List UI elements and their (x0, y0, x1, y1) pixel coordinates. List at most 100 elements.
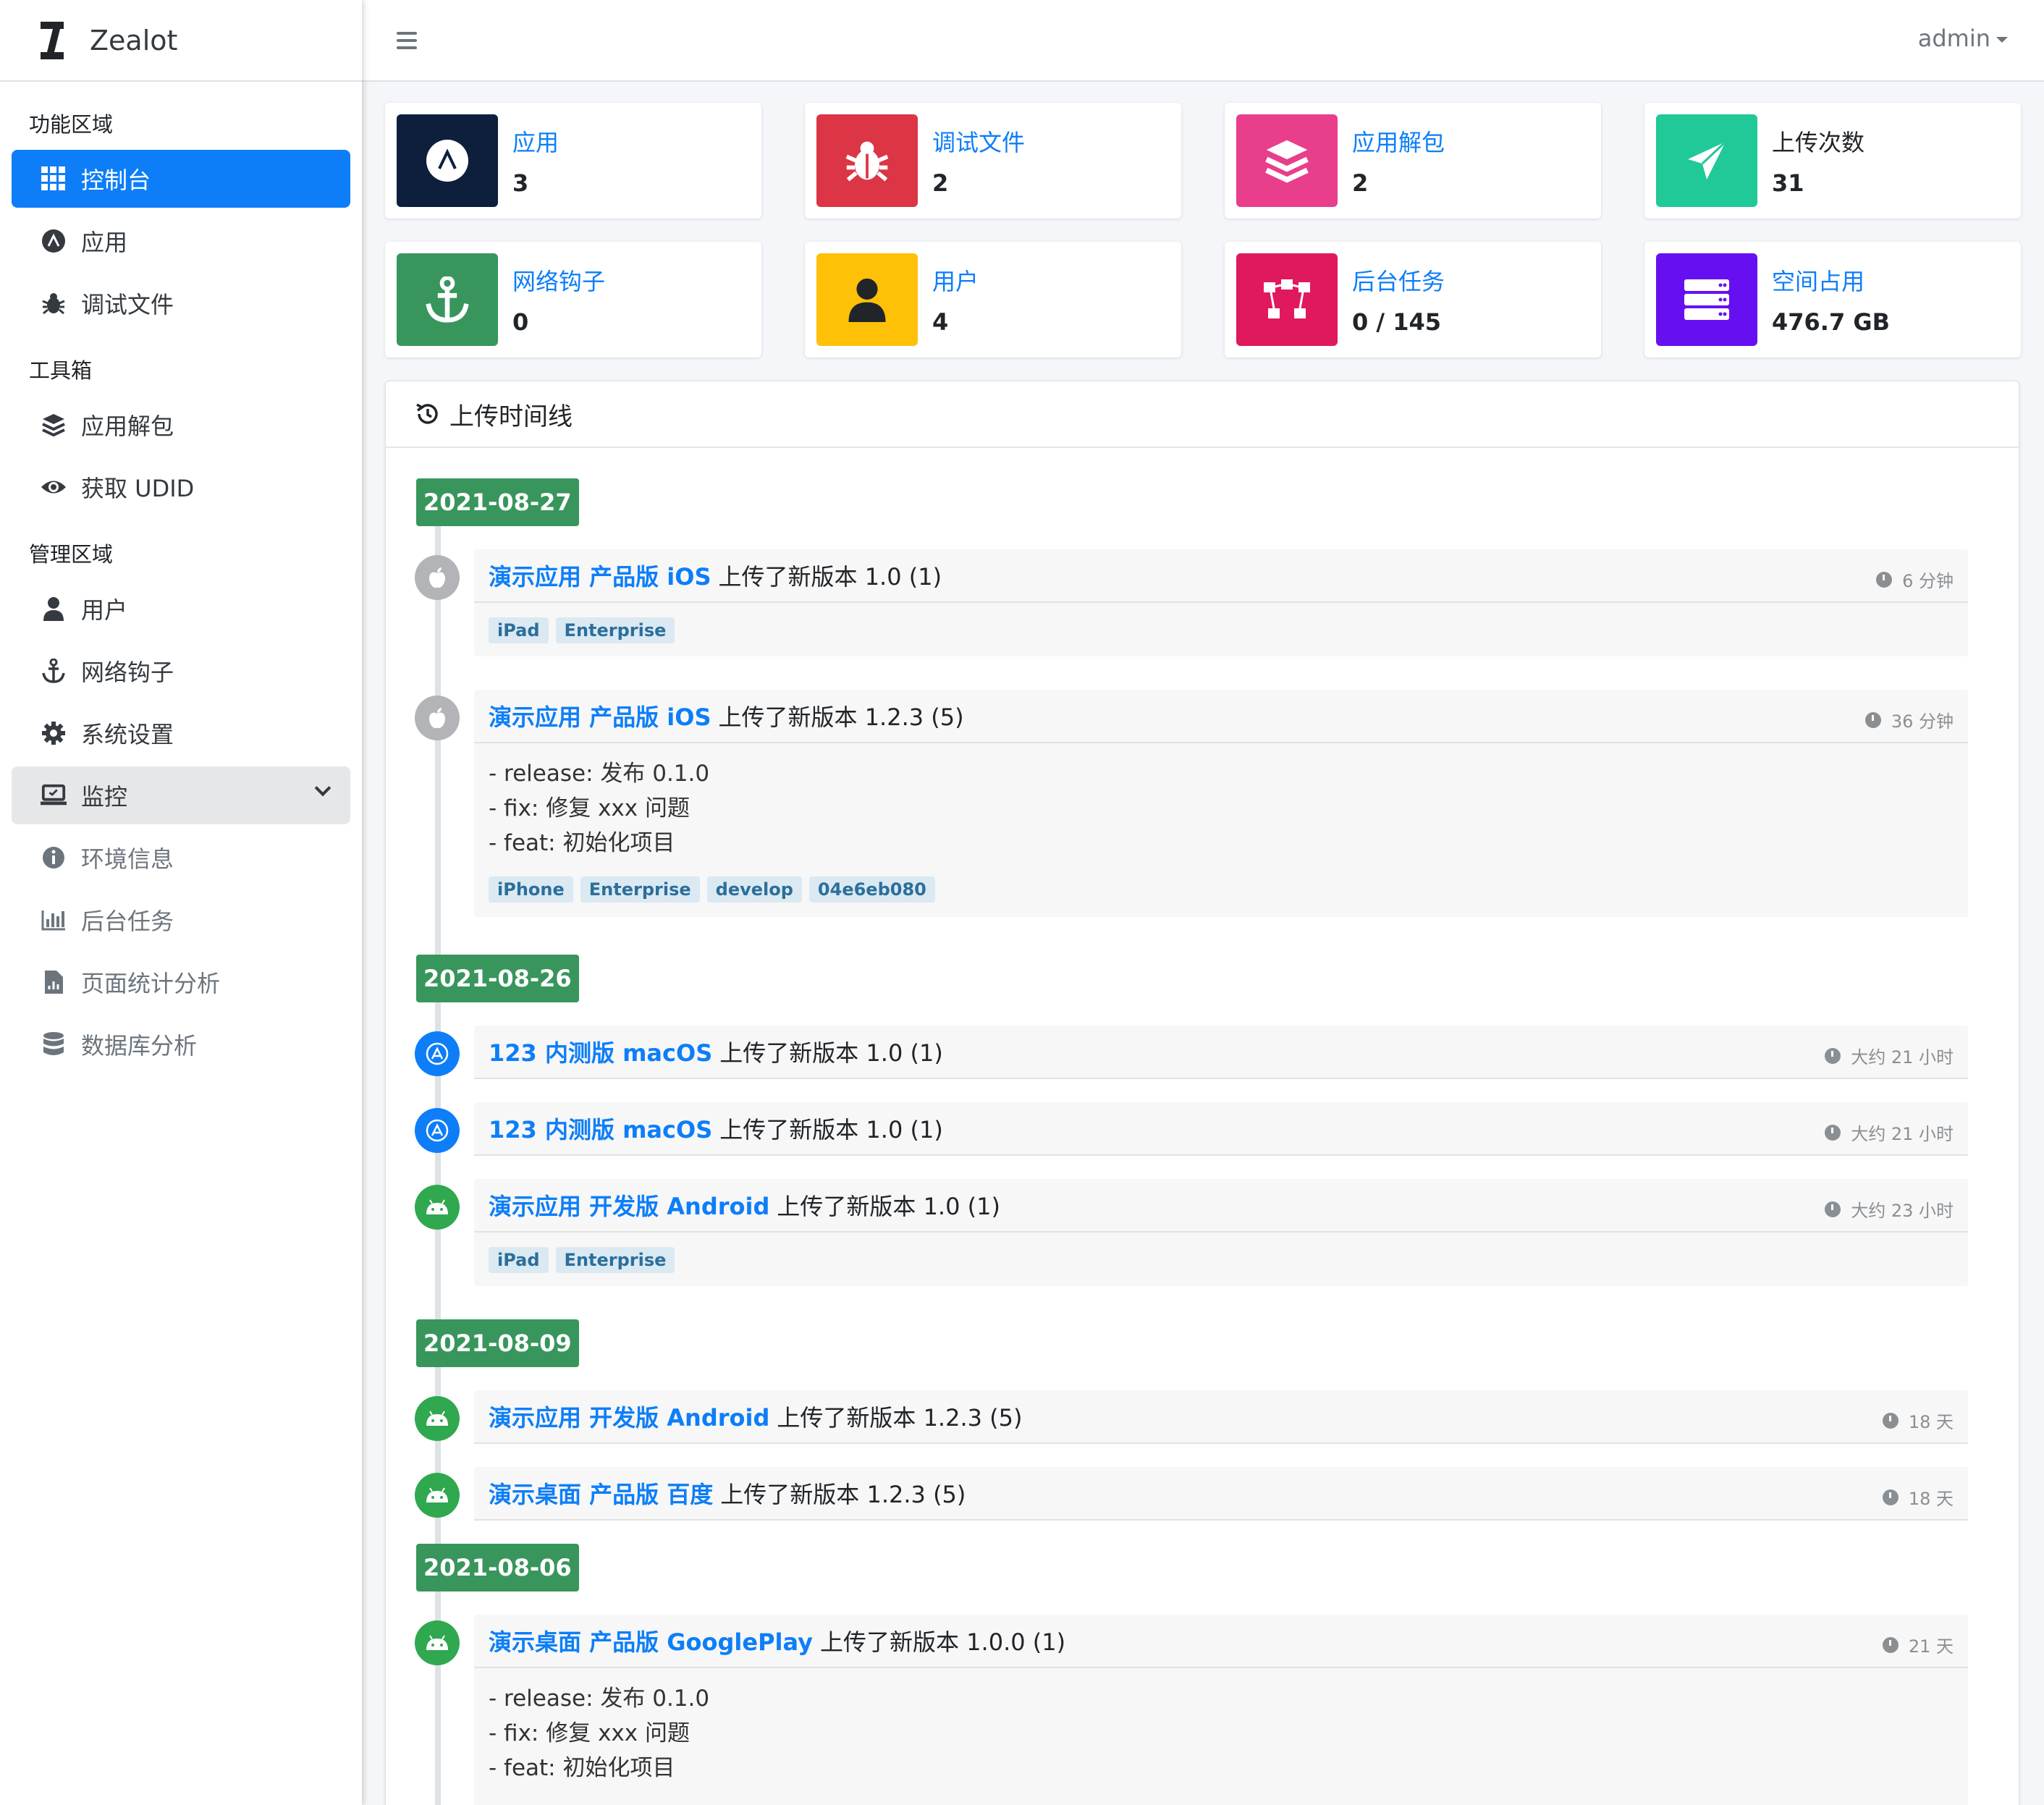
clock-icon (1882, 1489, 1899, 1505)
timeline-item-body: - release: 发布 0.1.0 - fix: 修复 xxx 问题 - f… (474, 1668, 1968, 1800)
stat-icon-bg (1236, 114, 1338, 207)
sidebar-item-monitor[interactable]: 监控 (12, 766, 350, 824)
app-link[interactable]: 演示应用 产品版 iOS (489, 559, 711, 592)
timeline-item-header: 演示应用 开发版 Android 上传了新版本 1.2.3 (5) 18 天 (474, 1390, 1968, 1444)
stat-value: 2 (1352, 169, 1369, 197)
timeline-item-header: 123 内测版 macOS 上传了新版本 1.0 (1) 大约 21 小时 (474, 1102, 1968, 1156)
upload-text: 上传了新版本 1.0 (1) (777, 1193, 1000, 1220)
eye-icon (41, 474, 67, 500)
stat-label: 应用 (512, 129, 559, 156)
time-text: 21 天 (1908, 1636, 1954, 1657)
stat-card-app-unpack[interactable]: 应用解包 2 (1225, 103, 1601, 219)
stat-label: 调试文件 (932, 129, 1026, 156)
timeline-item-body: iPad Enterprise (474, 1233, 1968, 1286)
sidebar-item-debug-files[interactable]: 调试文件 (12, 274, 350, 332)
stat-value: 4 (932, 308, 949, 336)
caret-down-icon (1996, 37, 2008, 43)
stat-card-background-jobs[interactable]: 后台任务 0 / 145 (1225, 242, 1601, 358)
sidebar-item-page-analytics[interactable]: 页面统计分析 (12, 953, 350, 1011)
brand[interactable]: Zealot (0, 0, 362, 82)
upload-text: 上传了新版本 1.2.3 (5) (718, 703, 964, 731)
stat-card-users[interactable]: 用户 4 (805, 242, 1181, 358)
stat-card-apps[interactable]: 应用 3 (385, 103, 761, 219)
timeline-date-label: 2021-08-06 (416, 1544, 579, 1591)
history-icon (415, 401, 441, 427)
user-dropdown[interactable]: admin (1918, 25, 2008, 52)
brand-name: Zealot (90, 24, 178, 56)
stat-value: 0 / 145 (1352, 308, 1442, 336)
timestamp: 18 天 (1882, 1484, 1954, 1510)
stat-label: 应用解包 (1352, 129, 1445, 156)
server-icon (1684, 279, 1729, 320)
sidebar-item-db-analytics[interactable]: 数据库分析 (12, 1015, 350, 1073)
anchor-icon (41, 658, 67, 684)
app-link[interactable]: 演示桌面 产品版 百度 (489, 1476, 713, 1510)
changelog-line: - feat: 初始化项目 (489, 1755, 675, 1781)
tag: iPhone (489, 876, 573, 902)
app-link[interactable]: 123 内测版 macOS (489, 1035, 712, 1068)
changelog-line: - release: 发布 0.1.0 (489, 761, 710, 787)
user-icon (848, 278, 886, 322)
hamburger-menu-icon[interactable] (397, 32, 417, 49)
changelog-line: - feat: 初始化项目 (489, 830, 675, 856)
sidebar-item-background-jobs[interactable]: 后台任务 (12, 891, 350, 949)
app-link[interactable]: 演示应用 开发版 Android (489, 1188, 769, 1222)
sidebar-item-app-unpack[interactable]: 应用解包 (12, 396, 350, 454)
timeline-item: 演示应用 产品版 iOS 上传了新版本 1.0 (1) 6 分钟 iPad En… (474, 549, 1968, 656)
sidebar-item-settings[interactable]: 系统设置 (12, 704, 350, 762)
sidebar-item-label: 获取 UDID (81, 475, 195, 502)
tag: iPad (489, 1247, 549, 1273)
android-icon (415, 1620, 460, 1665)
timeline-item-header: 演示应用 产品版 iOS 上传了新版本 1.2.3 (5) 36 分钟 (474, 690, 1968, 743)
stat-icon-bg (816, 114, 918, 207)
user-name: admin (1917, 25, 1990, 52)
timeline-date-label: 2021-08-09 (416, 1319, 579, 1367)
sidebar-item-apps[interactable]: 应用 (12, 212, 350, 270)
android-icon (415, 1185, 460, 1230)
file-chart-icon (41, 969, 67, 995)
android-icon (415, 1473, 460, 1518)
grid-icon (41, 166, 67, 192)
clock-icon (1825, 1124, 1841, 1141)
stat-icon-bg (1656, 253, 1757, 346)
changelog-line: - fix: 修复 xxx 问题 (489, 795, 690, 821)
time-text: 18 天 (1908, 1489, 1954, 1509)
sidebar-item-webhooks[interactable]: 网络钩子 (12, 642, 350, 700)
sidebar-item-env-info[interactable]: 环境信息 (12, 829, 350, 887)
sidebar-item-get-udid[interactable]: 获取 UDID (12, 458, 350, 516)
tag-list: iPad Enterprise (489, 1247, 1954, 1273)
stat-icon-bg (816, 253, 918, 346)
sidebar-item-label: 控制台 (81, 166, 151, 194)
stat-label: 空间占用 (1772, 268, 1865, 295)
sidebar-item-dashboard[interactable]: 控制台 (12, 150, 350, 208)
timeline-item-body: iPad Enterprise (474, 603, 1968, 656)
stat-card-debug-files[interactable]: 调试文件 2 (805, 103, 1181, 219)
timestamp: 大约 21 小时 (1825, 1120, 1954, 1145)
clock-icon (1825, 1201, 1841, 1217)
app-link[interactable]: 演示应用 产品版 iOS (489, 699, 711, 732)
timeline-date-label: 2021-08-26 (416, 955, 579, 1002)
app-link[interactable]: 123 内测版 macOS (489, 1112, 712, 1145)
app-root: Zealot 功能区域 控制台 应用 调试文件 工具箱 应用解包 获取 UDID… (0, 0, 2044, 1805)
laptop-icon (41, 782, 67, 808)
app-link[interactable]: 演示桌面 产品版 GooglePlay (489, 1624, 813, 1657)
layers-icon (41, 412, 67, 438)
stat-card-storage[interactable]: 空间占用 476.7 GB (1644, 242, 2021, 358)
sidebar-item-users[interactable]: 用户 (12, 580, 350, 638)
android-icon (415, 1396, 460, 1441)
clock-icon (1882, 1412, 1899, 1429)
chevron-down-icon (314, 779, 331, 797)
app-link[interactable]: 演示应用 开发版 Android (489, 1400, 769, 1433)
timeline-date-label: 2021-08-27 (416, 478, 579, 526)
stat-value: 476.7 GB (1772, 308, 1891, 336)
changelog-line: - release: 发布 0.1.0 (489, 1686, 710, 1712)
tag: Enterprise (580, 876, 700, 902)
timeline-item-body: - release: 发布 0.1.0 - fix: 修复 xxx 问题 - f… (474, 743, 1968, 917)
stat-label: 后台任务 (1352, 268, 1445, 295)
stat-card-webhooks[interactable]: 网络钩子 0 (385, 242, 761, 358)
bug-icon (845, 141, 889, 182)
paper-plane-icon (1688, 140, 1727, 179)
upload-text: 上传了新版本 1.2.3 (5) (777, 1404, 1023, 1432)
clock-icon (1882, 1636, 1899, 1653)
stat-card-uploads[interactable]: 上传次数 31 (1644, 103, 2021, 219)
